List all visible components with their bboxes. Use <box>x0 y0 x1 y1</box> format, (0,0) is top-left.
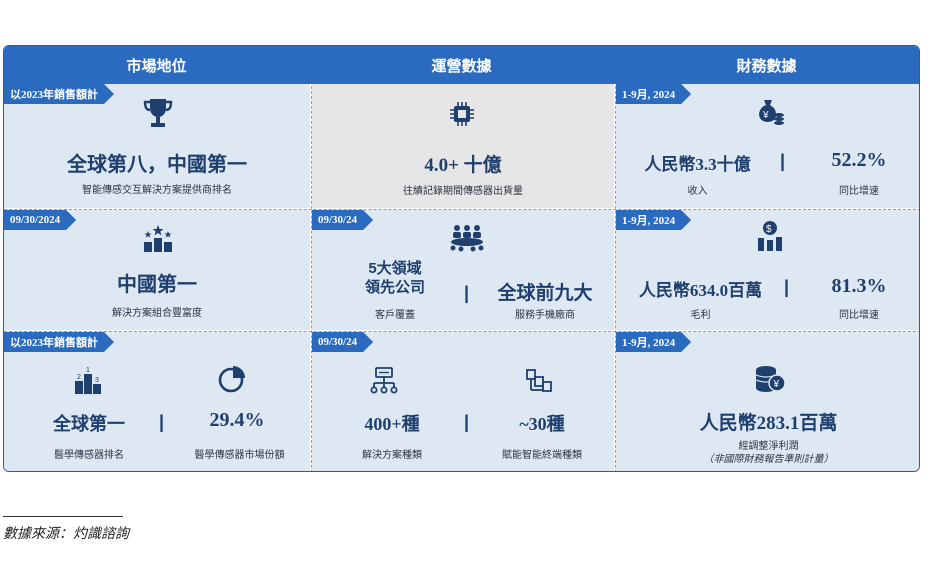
market-rank-2: 中國第一 <box>117 274 197 296</box>
ops-cell-3: 09/30/24 400+種 | ~30種 解決方案種類 賦能智能終端種類 <box>312 332 614 471</box>
fin-left-sub-1: 收入 <box>687 186 708 197</box>
footnote-rule <box>3 516 123 517</box>
svg-text:3: 3 <box>95 377 99 384</box>
fin-right-sub-2: 同比增速 <box>839 310 879 321</box>
ops-cell-2: 09/30/24 5大領域 領先公司 | 全球前九大 客戶覆蓋 服務手機廠商 <box>312 210 614 330</box>
fin-right-big-1: 52.2% <box>831 149 887 171</box>
ops-sub-1: 往績記錄期間傳感器出貨量 <box>403 186 523 197</box>
separator: | <box>780 151 786 171</box>
market-cell-2: 09/30/2024 中國第一 解決方案組合豐富度 <box>4 210 310 330</box>
ops-big-1: 4.0+ 十億 <box>424 155 502 176</box>
fin-left-big-2: 人民幣634.0百萬 <box>638 281 763 300</box>
fin-tag-1: 1-9月, 2024 <box>616 84 691 104</box>
fin-left-big-1: 人民幣3.3十億 <box>644 155 751 174</box>
row-divider <box>4 331 919 332</box>
market-tag-2: 09/30/2024 <box>4 210 76 230</box>
market-left-big-3: 全球第一 <box>53 414 125 434</box>
market-right-sub-3: 醫學傳感器市場份額 <box>194 450 285 461</box>
separator: | <box>784 277 790 297</box>
svg-text:1: 1 <box>86 367 90 374</box>
market-sub-1: 智能傳感交互解決方案提供商排名 <box>82 185 232 196</box>
svg-text:2: 2 <box>77 374 81 381</box>
ops-left-big-2a: 5大領域 <box>368 260 422 277</box>
coin-stack-icon: ¥ <box>755 366 786 392</box>
dollar-chart-icon: $ <box>758 221 782 251</box>
header-operations: 運營數據 <box>431 57 492 75</box>
separator: | <box>464 412 470 432</box>
fin-right-sub-1: 同比增速 <box>839 186 879 197</box>
column-divider <box>615 86 616 471</box>
ops-tag-3: 09/30/24 <box>312 332 373 352</box>
row-divider <box>4 209 919 210</box>
device-network-icon <box>526 369 552 392</box>
ops-left-sub-3: 解決方案種類 <box>362 450 422 461</box>
market-sub-2: 解決方案組合豐富度 <box>112 308 202 319</box>
ops-right-big-2: 全球前九大 <box>497 283 593 304</box>
column-divider <box>311 86 312 471</box>
market-cell-3: 以2023年銷售額計 1 2 3 全球第一 | 29.4% 醫學傳感器排名 醫學… <box>4 332 310 471</box>
ops-tag-2: 09/30/24 <box>312 210 373 230</box>
podium-stars-icon <box>144 225 172 252</box>
fin-big-3: 人民幣283.1百萬 <box>699 413 838 434</box>
market-tag-3: 以2023年銷售額計 <box>4 332 114 352</box>
money-bag-icon: ¥ <box>759 100 784 125</box>
meeting-icon <box>450 225 484 252</box>
separator: | <box>159 412 165 432</box>
header-financials: 財務數據 <box>736 57 797 75</box>
ops-left-sub-2: 客戶覆蓋 <box>375 310 415 321</box>
fin-tag-3: 1-9月, 2024 <box>616 332 691 352</box>
header-market-position: 市場地位 <box>126 57 187 75</box>
fin-tag-2: 1-9月, 2024 <box>616 210 691 230</box>
infographic-panel: 市場地位 運營數據 財務數據 以2023年銷售額計 全球第八，中國第一 智能傳感… <box>3 45 920 472</box>
fin-cell-3: 1-9月, 2024 ¥ 人民幣283.1百萬 經調整淨利潤 （非國際財務報告準… <box>616 332 919 471</box>
pie-chart-icon <box>218 366 245 393</box>
separator: | <box>464 283 470 303</box>
ops-right-sub-2: 服務手機廠商 <box>515 310 575 321</box>
svg-text:$: $ <box>766 224 772 235</box>
footnote-source: 數據來源：灼識諮詢 <box>3 527 129 542</box>
market-tag-1: 以2023年銷售額計 <box>4 84 114 104</box>
trophy-icon <box>143 99 173 127</box>
market-cell-1: 以2023年銷售額計 全球第八，中國第一 智能傳感交互解決方案提供商排名 <box>4 84 310 208</box>
ops-left-big-3: 400+種 <box>364 414 420 434</box>
fin-right-big-2: 81.3% <box>831 275 887 297</box>
svg-text:¥: ¥ <box>762 110 769 121</box>
svg-text:¥: ¥ <box>773 379 780 390</box>
hierarchy-icon <box>370 367 398 394</box>
market-right-big-3: 29.4% <box>209 409 265 431</box>
ops-cell-1: 4.0+ 十億 往績記錄期間傳感器出貨量 <box>312 84 614 208</box>
market-rank-1: 全球第八，中國第一 <box>67 154 247 176</box>
header-bar: 市場地位 運營數據 財務數據 <box>4 46 919 84</box>
ranking-podium-icon: 1 2 3 <box>75 367 101 394</box>
fin-sub-3b: （非國際財務報告準則計量） <box>703 454 834 465</box>
ops-left-big-2b: 領先公司 <box>364 279 425 296</box>
fin-left-sub-2: 毛利 <box>690 310 711 321</box>
market-left-sub-3: 醫學傳感器排名 <box>54 450 124 461</box>
fin-cell-1: 1-9月, 2024 ¥ 人民幣3.3十億 | 52.2% 收入 同比增速 <box>616 84 919 208</box>
ops-right-big-3: ~30種 <box>519 414 565 434</box>
fin-cell-2: 1-9月, 2024 $ 人民幣634.0百萬 | 81.3% 毛利 同比增速 <box>616 210 919 330</box>
ops-right-sub-3: 賦能智能終端種類 <box>502 450 582 461</box>
chip-icon <box>450 102 474 126</box>
